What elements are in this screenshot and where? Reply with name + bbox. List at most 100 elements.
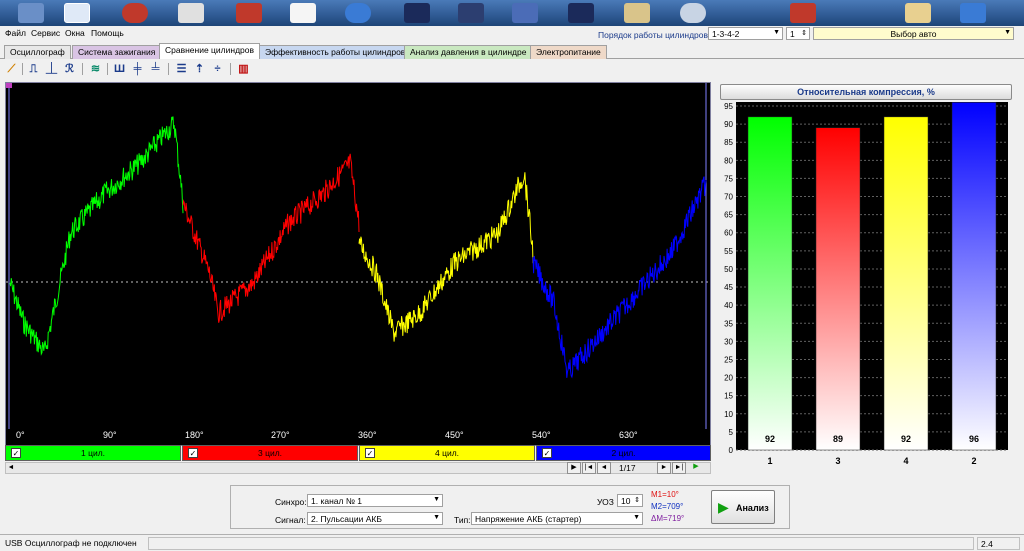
waveform-cylinder-2 bbox=[182, 153, 360, 323]
play-icon: ▶ bbox=[718, 499, 729, 515]
y-tick-label: 55 bbox=[724, 247, 733, 256]
order-label: Порядок работы цилиндров bbox=[598, 30, 709, 40]
taskbar-app-icon[interactable] bbox=[178, 3, 204, 23]
tab-label: Осциллограф bbox=[10, 47, 65, 57]
taskbar-app-icon[interactable] bbox=[122, 3, 148, 23]
y-tick-label: 50 bbox=[724, 265, 733, 274]
cylinder-spinner[interactable]: 1 ⇕ bbox=[786, 27, 810, 40]
taskbar-app-icon[interactable] bbox=[905, 3, 931, 23]
tab-label: Сравнение цилиндров bbox=[165, 45, 255, 55]
checkbox-checked-icon[interactable]: ✓ bbox=[542, 448, 552, 458]
oscilloscope-view[interactable] bbox=[5, 82, 711, 446]
page-indicator: 1/17 bbox=[619, 463, 636, 473]
bar-cylinder-4 bbox=[883, 116, 929, 451]
marker-m1: M1=10° bbox=[651, 490, 679, 499]
marker-delta: ΔM=719° bbox=[651, 514, 685, 523]
taskbar-app-icon[interactable] bbox=[512, 3, 538, 23]
y-tick-label: 80 bbox=[724, 156, 733, 165]
pulse-icon[interactable]: ℛ bbox=[62, 62, 77, 76]
menu-file[interactable]: Файл bbox=[5, 28, 26, 38]
uoz-value: 10 bbox=[621, 496, 631, 506]
cylinder-4-toggle[interactable]: ✓ 4 цил. bbox=[359, 445, 535, 461]
filter-icon[interactable]: ≋ bbox=[88, 62, 103, 76]
rising-edge-icon[interactable]: ⎍ bbox=[26, 62, 41, 76]
taskbar-app-icon[interactable] bbox=[960, 3, 986, 23]
waveform-plot bbox=[6, 83, 710, 429]
type-select[interactable]: Напряжение АКБ (стартер) ▼ bbox=[471, 512, 643, 525]
tab-ignition[interactable]: Система зажигания bbox=[72, 45, 162, 59]
cursor-lines-icon[interactable]: ╪ bbox=[130, 62, 145, 76]
taskbar-app-icon[interactable] bbox=[345, 3, 371, 23]
category-label: 4 bbox=[903, 456, 908, 466]
sync-select[interactable]: 1. канал № 1 ▼ bbox=[307, 494, 443, 507]
tab-oscilloscope[interactable]: Осциллограф bbox=[4, 45, 71, 59]
taskbar-app-icon[interactable] bbox=[404, 3, 430, 23]
first-page-icon[interactable]: |◄ bbox=[582, 462, 596, 474]
vertical-scale-icon[interactable]: ⇡ bbox=[192, 62, 207, 76]
play-icon[interactable]: ▶ bbox=[567, 462, 581, 474]
checkbox-checked-icon[interactable]: ✓ bbox=[188, 448, 198, 458]
tab-label: Анализ давления в цилиндре bbox=[410, 47, 527, 57]
toolbar-separator bbox=[230, 63, 231, 75]
taskbar-app-icon[interactable] bbox=[790, 3, 816, 23]
compression-chart-panel: Относительная компрессия, % 0 5 10 15 20 25 30… bbox=[716, 82, 1016, 476]
channel-split-icon[interactable]: Ш bbox=[112, 62, 127, 76]
analyze-label: Анализ bbox=[736, 503, 769, 513]
menu-windows[interactable]: Окна bbox=[65, 28, 85, 38]
connection-status-text: USB Осциллограф не подключен bbox=[5, 538, 137, 548]
order-value: 1-3-4-2 bbox=[712, 29, 740, 39]
cylinder-1-toggle[interactable]: ✓ 1 цил. bbox=[5, 445, 181, 461]
checkbox-checked-icon[interactable]: ✓ bbox=[11, 448, 21, 458]
toolbar-separator bbox=[82, 63, 83, 75]
cursor-tool-icon[interactable]: ⟋ bbox=[4, 62, 19, 76]
run-icon[interactable]: ▶ bbox=[689, 462, 703, 474]
y-tick-label: 70 bbox=[724, 193, 733, 202]
marker-icon[interactable]: ╧ bbox=[148, 62, 163, 76]
analyze-button[interactable]: ▶ Анализ bbox=[711, 490, 775, 524]
divide-icon[interactable]: ÷ bbox=[210, 62, 225, 76]
falling-edge-icon[interactable]: ⏊ bbox=[44, 62, 59, 76]
marker-m2: M2=709° bbox=[651, 502, 684, 511]
y-tick-label: 30 bbox=[724, 337, 733, 346]
uoz-spinner[interactable]: 10 ⇕ bbox=[617, 494, 643, 507]
chart-title-button[interactable]: Относительная компрессия, % bbox=[720, 84, 1012, 100]
menu-help[interactable]: Помощь bbox=[91, 28, 124, 38]
tab-pressure-analysis[interactable]: Анализ давления в цилиндре bbox=[404, 45, 533, 59]
cylinder-label: 4 цил. bbox=[434, 448, 460, 458]
tab-bar: Осциллограф Система зажигания Сравнение … bbox=[0, 42, 1024, 59]
tab-cylinder-compare[interactable]: Сравнение цилиндров bbox=[159, 43, 261, 59]
taskbar-app-icon[interactable] bbox=[568, 3, 594, 23]
auto-select[interactable]: Выбор авто ▼ bbox=[813, 27, 1014, 40]
menu-service[interactable]: Сервис bbox=[31, 28, 60, 38]
y-tick-label: 35 bbox=[724, 319, 733, 328]
chart-title: Относительная компрессия, % bbox=[797, 87, 935, 97]
next-page-icon[interactable]: ► bbox=[657, 462, 671, 474]
taskbar-app-icon[interactable] bbox=[18, 3, 44, 23]
type-label: Тип: bbox=[454, 515, 471, 525]
signal-select[interactable]: 2. Пульсации АКБ ▼ bbox=[307, 512, 443, 525]
y-tick-label: 10 bbox=[724, 410, 733, 419]
y-tick-label: 0 bbox=[729, 446, 734, 455]
cylinder-selector-bar: ✓ 1 цил. ✓ 3 цил. ✓ 4 цил. ✓ 2 цил. bbox=[5, 445, 711, 461]
bar-cylinder-1 bbox=[747, 116, 793, 451]
taskbar-app-icon[interactable] bbox=[290, 3, 316, 23]
prev-page-icon[interactable]: ◄ bbox=[597, 462, 611, 474]
chevron-down-icon: ▼ bbox=[433, 514, 440, 521]
taskbar-app-icon[interactable] bbox=[624, 3, 650, 23]
cylinder-2-toggle[interactable]: ✓ 2 цил. bbox=[536, 445, 711, 461]
y-tick-label: 25 bbox=[724, 355, 733, 364]
taskbar-app-icon[interactable] bbox=[64, 3, 90, 23]
tab-cylinder-efficiency[interactable]: Эффективность работы цилиндров bbox=[259, 45, 412, 59]
cylinder-3-toggle[interactable]: ✓ 3 цил. bbox=[182, 445, 358, 461]
taskbar-app-icon[interactable] bbox=[680, 3, 706, 23]
scroll-left-arrow-icon[interactable]: ◄ bbox=[6, 463, 16, 473]
tab-power-supply[interactable]: Электропитание bbox=[530, 45, 607, 59]
last-page-icon[interactable]: ►| bbox=[672, 462, 686, 474]
bar-chart-icon[interactable]: ▥ bbox=[236, 62, 251, 76]
horizontal-lines-icon[interactable]: ☰ bbox=[174, 62, 189, 76]
taskbar-app-icon[interactable] bbox=[458, 3, 484, 23]
checkbox-checked-icon[interactable]: ✓ bbox=[365, 448, 375, 458]
signal-value: 2. Пульсации АКБ bbox=[311, 514, 382, 524]
order-select[interactable]: 1-3-4-2 ▼ bbox=[708, 27, 783, 40]
taskbar-app-icon[interactable] bbox=[236, 3, 262, 23]
